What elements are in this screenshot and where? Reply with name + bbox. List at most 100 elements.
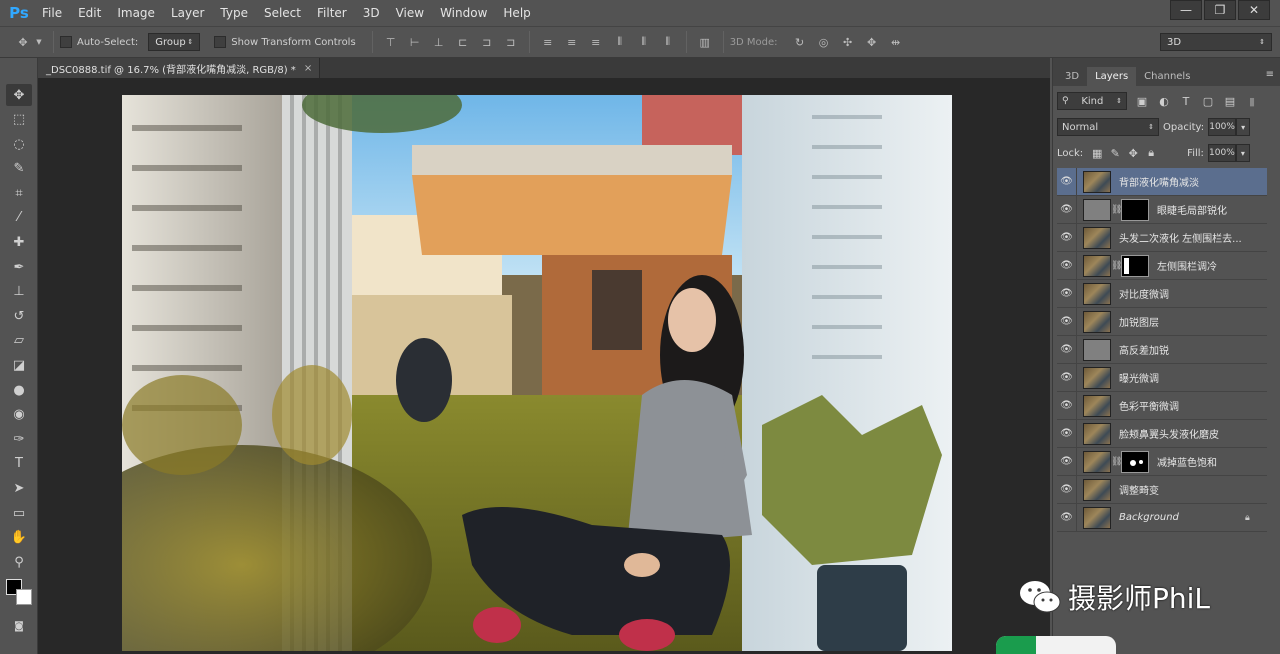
eye-icon[interactable]: 👁︎ xyxy=(1057,307,1077,336)
move-tool-icon[interactable]: ✥ xyxy=(6,84,32,106)
3d-slide-icon[interactable]: ✥ xyxy=(865,35,879,49)
quick-select-tool-icon[interactable]: ✎ xyxy=(6,158,32,180)
type-tool-icon[interactable]: T xyxy=(6,453,32,475)
3d-pan-icon[interactable]: ✣ xyxy=(841,35,855,49)
align-left-icon[interactable]: ⊏ xyxy=(456,35,470,49)
blend-mode-dropdown[interactable]: Normal ⇕ xyxy=(1057,118,1159,136)
shape-tool-icon[interactable]: ▭ xyxy=(6,502,32,524)
layer-row[interactable]: 👁︎ 加锐图层 xyxy=(1057,307,1267,336)
blur-tool-icon[interactable]: ● xyxy=(6,379,32,401)
filter-toggle-icon[interactable]: ▮ xyxy=(1245,94,1259,108)
close-tab-icon[interactable]: × xyxy=(304,63,312,74)
marquee-tool-icon[interactable]: ⬚ xyxy=(6,109,32,131)
tab-channels[interactable]: Channels xyxy=(1136,67,1198,86)
opacity-input[interactable]: 100% xyxy=(1208,118,1237,136)
minimize-button[interactable]: — xyxy=(1170,0,1202,20)
filter-shape-icon[interactable]: ▢ xyxy=(1201,94,1215,108)
layer-mask-thumbnail[interactable] xyxy=(1121,198,1149,221)
move-tool-preset-icon[interactable]: ✥ xyxy=(16,35,30,49)
filter-type-icon[interactable]: T xyxy=(1179,94,1193,108)
restore-button[interactable]: ❐ xyxy=(1204,0,1236,20)
align-top-icon[interactable]: ⊤ xyxy=(384,35,398,49)
image-canvas[interactable] xyxy=(122,95,952,651)
quick-mask-icon[interactable]: ◙ xyxy=(6,615,32,637)
lasso-tool-icon[interactable]: ◌ xyxy=(6,133,32,155)
close-button[interactable]: ✕ xyxy=(1238,0,1270,20)
link-icon[interactable]: ⛓ xyxy=(1111,261,1122,271)
layer-row[interactable]: 👁︎ 曝光微调 xyxy=(1057,363,1267,392)
menu-view[interactable]: View xyxy=(388,0,432,26)
layer-name[interactable]: 头发二次液化 左侧围栏去... xyxy=(1119,230,1267,245)
opacity-slider-toggle[interactable]: ▾ xyxy=(1236,118,1251,136)
distribute-left-icon[interactable]: ⦀ xyxy=(613,35,627,49)
color-swatches[interactable] xyxy=(4,579,34,609)
align-right-icon[interactable]: ⊐ xyxy=(504,35,518,49)
eye-icon[interactable]: 👁︎ xyxy=(1057,503,1077,532)
layer-mask-thumbnail[interactable] xyxy=(1121,254,1149,277)
3d-rotate-icon[interactable]: ↻ xyxy=(793,35,807,49)
kind-filter-dropdown[interactable]: ⚲ Kind ⇕ xyxy=(1057,92,1127,110)
filter-pixel-icon[interactable]: ▣ xyxy=(1135,94,1149,108)
eye-icon[interactable]: 👁︎ xyxy=(1057,279,1077,308)
layer-row[interactable]: 👁︎ ⛓ 左侧围栏调冷 xyxy=(1057,251,1267,280)
eye-icon[interactable]: 👁︎ xyxy=(1057,195,1077,224)
layer-name[interactable]: 眼睫毛局部锐化 xyxy=(1157,202,1267,217)
distribute-hcenter-icon[interactable]: ⦀ xyxy=(637,35,651,49)
layer-thumbnail[interactable] xyxy=(1083,310,1111,333)
background-color-swatch[interactable] xyxy=(16,589,32,606)
healing-brush-tool-icon[interactable]: ✚ xyxy=(6,232,32,254)
3d-scale-icon[interactable]: ⇹ xyxy=(889,35,903,49)
layer-row[interactable]: 👁︎ 高反差加锐 xyxy=(1057,335,1267,364)
layer-thumbnail[interactable] xyxy=(1083,282,1111,305)
distribute-vcenter-icon[interactable]: ≡ xyxy=(565,35,579,49)
menu-edit[interactable]: Edit xyxy=(70,0,109,26)
layer-name[interactable]: 曝光微调 xyxy=(1119,370,1267,385)
distribute-right-icon[interactable]: ⦀ xyxy=(661,35,675,49)
layer-thumbnail[interactable] xyxy=(1083,422,1111,445)
layer-name[interactable]: 左侧围栏调冷 xyxy=(1157,258,1267,273)
menu-window[interactable]: Window xyxy=(432,0,495,26)
eraser-tool-icon[interactable]: ▱ xyxy=(6,330,32,352)
3d-roll-icon[interactable]: ◎ xyxy=(817,35,831,49)
layer-name[interactable]: 加锐图层 xyxy=(1119,314,1267,329)
filter-adjustment-icon[interactable]: ◐ xyxy=(1157,94,1171,108)
layer-row[interactable]: 👁︎ 背部液化嘴角减淡 xyxy=(1057,167,1267,196)
eye-icon[interactable]: 👁︎ xyxy=(1057,363,1077,392)
layer-row[interactable]: 👁︎ 色彩平衡微调 xyxy=(1057,391,1267,420)
layer-thumbnail[interactable] xyxy=(1083,450,1111,473)
eye-icon[interactable]: 👁︎ xyxy=(1057,223,1077,252)
filter-smart-object-icon[interactable]: ▤ xyxy=(1223,94,1237,108)
layer-name[interactable]: 色彩平衡微调 xyxy=(1119,398,1267,413)
menu-select[interactable]: Select xyxy=(256,0,309,26)
menu-layer[interactable]: Layer xyxy=(163,0,212,26)
layer-thumbnail[interactable] xyxy=(1083,506,1111,529)
fill-slider-toggle[interactable]: ▾ xyxy=(1235,144,1250,162)
tab-layers[interactable]: Layers xyxy=(1087,67,1137,86)
link-icon[interactable]: ⛓ xyxy=(1111,457,1122,467)
eye-icon[interactable]: 👁︎ xyxy=(1057,419,1077,448)
workspace-dropdown[interactable]: 3D ⇕ xyxy=(1160,33,1272,51)
distribute-bottom-icon[interactable]: ≡ xyxy=(589,35,603,49)
auto-select-checkbox[interactable] xyxy=(60,36,72,48)
layer-mask-thumbnail[interactable] xyxy=(1121,450,1149,473)
auto-align-icon[interactable]: ▥ xyxy=(698,35,712,49)
menu-3d[interactable]: 3D xyxy=(355,0,388,26)
tab-3d[interactable]: 3D xyxy=(1057,67,1087,86)
menu-filter[interactable]: Filter xyxy=(309,0,355,26)
path-select-tool-icon[interactable]: ➤ xyxy=(6,478,32,500)
layer-row[interactable]: 👁︎ Background 🔒︎ xyxy=(1057,503,1267,532)
paint-bucket-tool-icon[interactable]: ◪ xyxy=(6,355,32,377)
fill-input[interactable]: 100% xyxy=(1207,144,1236,162)
layer-name[interactable]: 背部液化嘴角减淡 xyxy=(1119,174,1267,189)
crop-tool-icon[interactable]: ⌗ xyxy=(6,182,32,204)
history-brush-tool-icon[interactable]: ↺ xyxy=(6,305,32,327)
align-bottom-icon[interactable]: ⊥ xyxy=(432,35,446,49)
menu-file[interactable]: File xyxy=(34,0,70,26)
layer-name[interactable]: 对比度微调 xyxy=(1119,286,1267,301)
dodge-tool-icon[interactable]: ◉ xyxy=(6,404,32,426)
layer-row[interactable]: 👁︎ 头发二次液化 左侧围栏去... xyxy=(1057,223,1267,252)
zoom-tool-icon[interactable]: ⚲ xyxy=(6,551,32,573)
menu-image[interactable]: Image xyxy=(109,0,163,26)
layer-name[interactable]: 调整畸变 xyxy=(1119,482,1267,497)
align-vcenter-icon[interactable]: ⊢ xyxy=(408,35,422,49)
